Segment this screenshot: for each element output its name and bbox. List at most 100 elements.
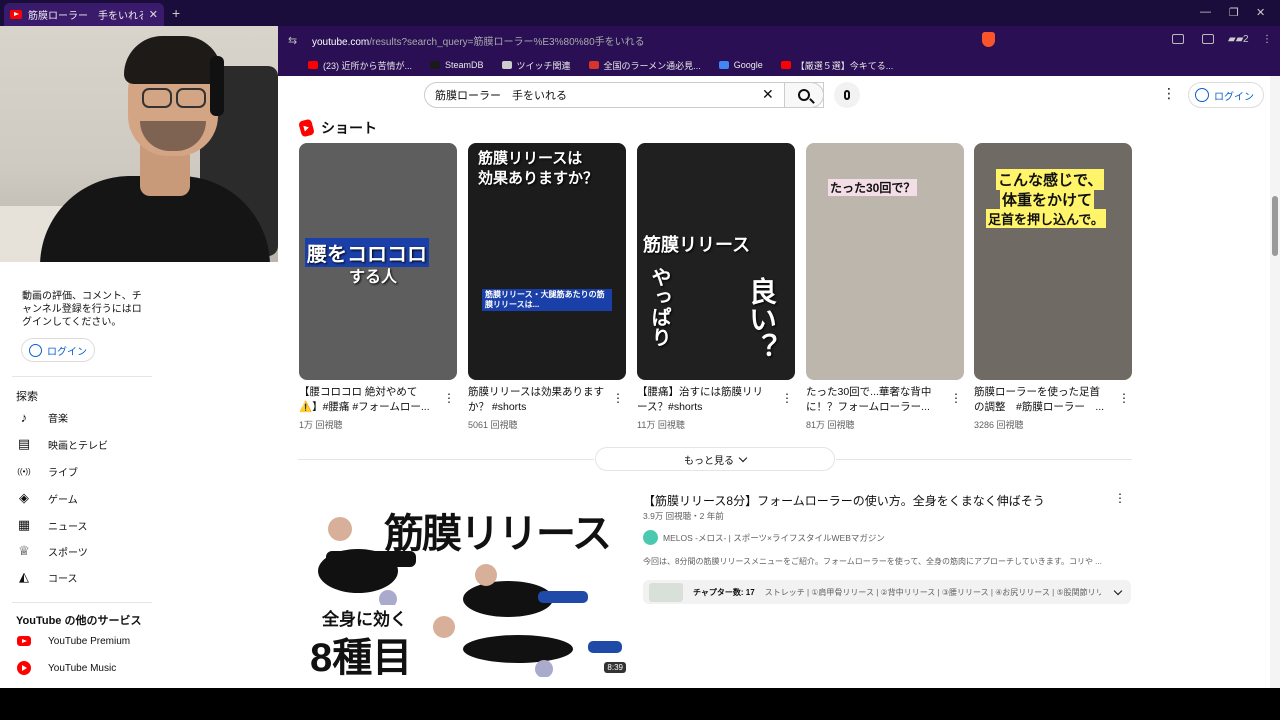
- wallet-icon[interactable]: ▰▰: [1228, 34, 1243, 45]
- short-views: 5061 回視聴: [468, 420, 518, 430]
- new-tab-icon[interactable]: +: [172, 5, 180, 21]
- sidebar-item[interactable]: ((•)) ライブ: [16, 459, 152, 483]
- channel-link[interactable]: MELOS -メロス- | スポーツ×ライフスタイルWEBマガジン: [643, 530, 885, 545]
- short-thumbnail[interactable]: こんな感じで、 体重をかけて 足首を押し込んで。: [974, 143, 1132, 380]
- short-card[interactable]: 筋膜リリース やっぱり 良い？ 【腰痛】治すには筋膜リリース？#shorts 11万 回…: [637, 143, 795, 430]
- short-title[interactable]: 【腰コロコロ 絶対やめて⚠️】#腰痛 #フォームロー...: [299, 385, 435, 415]
- bookmark-item[interactable]: 全国のラーメン通必見...: [588, 59, 701, 72]
- sidebar-toggle-icon[interactable]: [1202, 34, 1214, 44]
- short-title[interactable]: たった30回で...華奢な背中に！？フォームローラー...: [806, 385, 942, 415]
- chevron-down-icon[interactable]: [1113, 586, 1122, 595]
- trophy-icon: ♕: [18, 543, 30, 558]
- bookmark-item[interactable]: Google: [718, 60, 763, 70]
- short-card[interactable]: たった30回で？ たった30回で...華奢な背中に！？フォームローラー... 81万…: [806, 143, 964, 430]
- video-meta: 3.9万 回視聴・2 年前: [643, 511, 724, 521]
- short-card[interactable]: 筋膜リリースは 効果ありますか？ 筋膜リリース・大腿筋あたりの筋膜リリースは... 筋…: [468, 143, 626, 430]
- sidebar: 動画の評価、コメント、チャンネル登録を行うにはログインしてください。 ログイン …: [0, 262, 153, 688]
- header-login-button[interactable]: ログイン: [1188, 82, 1264, 108]
- sidebar-item[interactable]: ◈ ゲーム: [16, 486, 152, 510]
- site-settings-icon[interactable]: ⇆: [288, 34, 304, 47]
- shorts-logo-icon: [298, 118, 315, 138]
- short-views: 1万 回視聴: [299, 420, 343, 430]
- short-more-icon[interactable]: ⋮: [612, 391, 624, 405]
- video-description: 今回は、8分間の筋膜リリースメニューをご紹介。フォームローラーを使って、全身の筋…: [643, 557, 1102, 566]
- short-thumbnail[interactable]: 筋膜リリースは 効果ありますか？ 筋膜リリース・大腿筋あたりの筋膜リリースは...: [468, 143, 626, 380]
- bookmark-item[interactable]: 【厳選５選】今キてる...: [780, 59, 893, 72]
- short-more-icon[interactable]: ⋮: [950, 391, 962, 405]
- live-icon: ((•)): [17, 466, 31, 476]
- other-services-heading: YouTube の他のサービス: [16, 615, 142, 627]
- section-divider: [298, 459, 594, 460]
- section-divider: [836, 459, 1132, 460]
- bookmark-item[interactable]: SteamDB: [430, 60, 484, 70]
- minimize-icon[interactable]: —: [1200, 6, 1211, 18]
- sidebar-item-youtube-music[interactable]: YouTube Music: [16, 656, 152, 680]
- brave-shields-icon[interactable]: [982, 32, 995, 47]
- short-overlay-caption: 筋膜リリース・大腿筋あたりの筋膜リリースは...: [482, 289, 612, 311]
- scrollbar[interactable]: [1270, 76, 1280, 688]
- short-caption: 筋膜リリースは: [478, 150, 583, 167]
- menu-icon[interactable]: ⋮: [1262, 34, 1272, 45]
- show-more-button[interactable]: もっと見る: [595, 447, 835, 471]
- bookmark-item[interactable]: (23) 近所から苦情が...: [308, 59, 412, 72]
- sidebar-item-youtube-premium[interactable]: YouTube Premium: [16, 629, 152, 653]
- youtube-icon: [780, 61, 791, 69]
- picture-in-picture-icon[interactable]: [1172, 34, 1184, 44]
- clear-search-icon[interactable]: ✕: [762, 87, 774, 101]
- microphone-icon: [844, 90, 850, 100]
- scrollbar-thumb[interactable]: [1272, 196, 1278, 256]
- user-circle-icon: [1195, 88, 1209, 102]
- tab-close-icon[interactable]: ✕: [149, 8, 158, 21]
- short-caption: 体重をかけて: [1000, 189, 1095, 210]
- browser-tab[interactable]: 筋膜ローラー 手をいれる - YouTube ✕: [4, 3, 164, 26]
- sidebar-item[interactable]: ◭ コース: [16, 565, 152, 589]
- sidebar-item[interactable]: ▤ 映画とテレビ: [16, 432, 152, 456]
- short-card[interactable]: こんな感じで、 体重をかけて 足首を押し込んで。筋膜ローラーを使った足首の調整 #筋…: [974, 143, 1132, 430]
- settings-menu-icon[interactable]: ⋮: [1162, 86, 1176, 100]
- sidebar-item[interactable]: ♪ 音楽: [16, 405, 152, 429]
- youtube-icon: [308, 61, 318, 69]
- bookmarks-bar: (23) 近所から苦情が... SteamDB ツイッチ関連 全国のラーメン通必見..…: [278, 54, 1280, 76]
- restore-icon[interactable]: ❐: [1229, 6, 1239, 19]
- short-title[interactable]: 筋膜リリースは効果ありますか？ #shorts: [468, 385, 604, 415]
- bottom-bar: [0, 688, 1280, 720]
- address-bar[interactable]: ⇆ youtube.com/results?search_query=筋膜ローラ…: [278, 26, 1280, 54]
- chapters-bar[interactable]: チャプター数: 17 ストレッチ | ①肩甲骨リリース | ②背中リリース | …: [643, 580, 1131, 604]
- short-views: 11万 回視聴: [637, 420, 685, 430]
- chevron-down-icon: [738, 453, 748, 462]
- short-views: 3286 回視聴: [974, 420, 1024, 430]
- shorts-section-title: ショート: [298, 118, 377, 138]
- search-input[interactable]: [435, 89, 755, 101]
- short-title[interactable]: 【腰痛】治すには筋膜リリース？#shorts: [637, 385, 773, 415]
- window-close-icon[interactable]: ✕: [1256, 6, 1265, 19]
- video-title[interactable]: 【筋膜リリース8分】フォームローラーの使い方。全身をくまなく伸ばそう: [643, 492, 1103, 509]
- browser-titlebar: 筋膜ローラー 手をいれる - YouTube ✕ + — ❐ ✕: [0, 0, 1280, 26]
- video-thumbnail[interactable]: 筋膜リリース 全身に効く 8種目 8:39: [298, 491, 630, 677]
- url-text[interactable]: youtube.com/results?search_query=筋膜ローラー%…: [312, 33, 645, 48]
- short-title[interactable]: 筋膜ローラーを使った足首の調整 #筋膜ローラー ...: [974, 385, 1110, 415]
- short-more-icon[interactable]: ⋮: [781, 391, 793, 405]
- short-thumbnail[interactable]: たった30回で？: [806, 143, 964, 380]
- sidebar-item[interactable]: ♕ スポーツ: [16, 539, 152, 563]
- voice-search-button[interactable]: [834, 82, 860, 108]
- short-thumbnail[interactable]: 腰をコロコロ する人: [299, 143, 457, 380]
- channel-avatar[interactable]: [643, 530, 658, 545]
- short-more-icon[interactable]: ⋮: [443, 391, 455, 405]
- bookmark-item[interactable]: ツイッチ関連: [501, 59, 571, 72]
- gamepad-icon: ◈: [19, 490, 29, 505]
- webcam-overlay: [0, 26, 278, 262]
- wallet-count: 2: [1243, 34, 1249, 45]
- short-caption: 良い？: [746, 277, 777, 361]
- sidebar-divider: [12, 376, 152, 377]
- tab-title: 筋膜ローラー 手をいれる - YouTube: [28, 11, 143, 22]
- music-note-icon: ♪: [20, 409, 28, 425]
- video-more-icon[interactable]: ⋮: [1114, 491, 1126, 505]
- short-thumbnail[interactable]: 筋膜リリース やっぱり 良い？: [637, 143, 795, 380]
- search-button[interactable]: [784, 82, 824, 108]
- youtube-music-icon: [17, 661, 31, 675]
- short-card[interactable]: 腰をコロコロ する人【腰コロコロ 絶対やめて⚠️】#腰痛 #フォームロー... 1万…: [299, 143, 457, 430]
- ramen-icon: [588, 61, 599, 69]
- sidebar-login-button[interactable]: ログイン: [21, 338, 95, 362]
- sidebar-item[interactable]: ▦ ニュース: [16, 513, 152, 537]
- short-more-icon[interactable]: ⋮: [1118, 391, 1130, 405]
